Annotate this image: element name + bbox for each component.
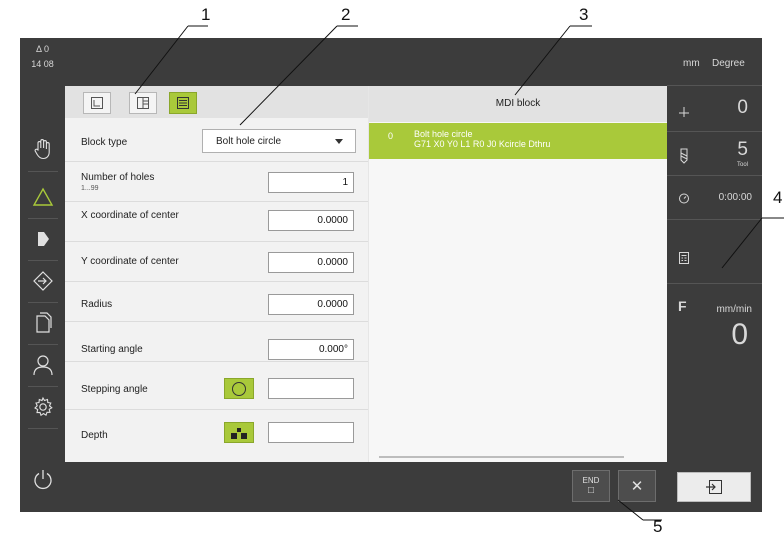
user-icon [32, 355, 53, 376]
block-code: G71 X0 Y0 L1 R0 J0 Kcircle Dthru [414, 139, 551, 149]
manual-operation-button[interactable] [20, 128, 65, 170]
y-center-label: Y coordinate of center [81, 256, 179, 267]
feed-unit: mm/min [716, 304, 752, 315]
number-of-holes-field[interactable]: 1 [268, 172, 354, 193]
clock: 14 08 [31, 59, 54, 69]
view-split-button[interactable] [129, 92, 157, 114]
row-starting-angle: Starting angle 0.000° [65, 322, 368, 362]
setup-button[interactable] [20, 260, 65, 302]
number-of-holes-range: 1...99 [81, 185, 99, 192]
feed-row: F mm/min 0 [667, 284, 762, 380]
starting-angle-field[interactable]: 0.000° [268, 339, 354, 360]
starting-angle-label: Starting angle [81, 344, 143, 355]
row-radius: Radius 0.0000 [65, 282, 368, 322]
mdi-button[interactable] [20, 176, 65, 218]
timer-row: 0:00:00 [667, 176, 762, 220]
radius-label: Radius [81, 299, 113, 310]
power-button[interactable] [20, 458, 65, 500]
tool-label: Tool [736, 162, 748, 168]
bottom-bar: END □ ✕ [65, 462, 667, 512]
stepping-angle-field[interactable] [268, 378, 354, 399]
user-login-button[interactable] [20, 344, 65, 386]
depth-label: Depth [81, 430, 108, 441]
settings-button[interactable] [20, 386, 65, 428]
hand-icon [34, 139, 50, 160]
mdi-block-entry[interactable]: 0 Bolt hole circle G71 X0 Y0 L1 R0 J0 Kc… [369, 123, 667, 159]
row-y-center: Y coordinate of center 0.0000 [65, 242, 368, 282]
end-icon: □ [587, 485, 595, 496]
row-stepping-angle: Stepping angle [65, 370, 368, 410]
callout-2: 2 [341, 5, 351, 24]
through-hole-toggle[interactable] [224, 422, 254, 443]
number-of-holes-label: Number of holes [81, 172, 155, 183]
full-circle-toggle[interactable] [224, 378, 254, 399]
row-depth: Depth [65, 410, 368, 450]
radius-field[interactable]: 0.0000 [268, 294, 354, 315]
callout-4: 4 [773, 188, 783, 207]
units-row[interactable]: mm Degree [667, 38, 762, 86]
setup-icon [32, 271, 53, 291]
block-number: 0 [388, 131, 394, 141]
through-hole-icon [231, 427, 247, 439]
file-management-button[interactable] [20, 302, 65, 344]
block-type-label: Block type [81, 137, 128, 148]
close-icon: ✕ [630, 478, 644, 495]
block-type-value: Bolt hole circle [216, 136, 282, 147]
reference-row: 0 [667, 86, 762, 132]
feed-value: 0 [731, 318, 748, 351]
block-title: Bolt hole circle [414, 129, 473, 139]
insert-icon [706, 480, 722, 494]
insert-block-button[interactable] [677, 472, 751, 502]
chevron-down-icon [335, 139, 343, 144]
horizontal-scrollbar[interactable] [379, 456, 624, 458]
row-x-center: X coordinate of center 0.0000 [65, 202, 368, 242]
position-indicator: Δ 0 [35, 44, 50, 54]
timer-value: 0:00:00 [718, 192, 752, 203]
main-menu: Δ 0 14 08 [20, 38, 65, 512]
stopwatch-icon [679, 193, 689, 204]
row-number-of-holes: Number of holes 1...99 1 [65, 162, 368, 202]
circle-icon [232, 381, 246, 396]
row-block-type: Block type Bolt hole circle [65, 122, 368, 162]
close-button[interactable]: ✕ [618, 470, 656, 502]
callout-5: 5 [653, 517, 663, 536]
stepping-angle-label: Stepping angle [81, 384, 148, 395]
axes-view-icon [91, 97, 103, 109]
tool-number: 5 [737, 139, 748, 160]
triangle-icon [32, 187, 53, 206]
view-form-button[interactable] [169, 92, 197, 114]
mdi-block-header: MDI block [369, 86, 667, 122]
tool-icon [680, 148, 688, 164]
unit-angle: Degree [712, 58, 745, 69]
mdi-block-panel: MDI block 0 Bolt hole circle G71 X0 Y0 L… [369, 86, 667, 462]
block-type-dropdown[interactable]: Bolt hole circle [202, 129, 356, 153]
reference-icon [679, 107, 689, 117]
block-form-panel: Block type Bolt hole circle Number of ho… [65, 86, 368, 462]
view-toolbar [65, 86, 368, 118]
tool-row: 5 Tool [667, 132, 762, 176]
view-graphic-button[interactable] [83, 92, 111, 114]
files-icon [35, 312, 52, 333]
program-run-icon [37, 232, 49, 246]
unit-length: mm [683, 58, 700, 69]
top-bar [65, 38, 667, 86]
gear-icon [33, 396, 53, 417]
callout-1: 1 [201, 5, 211, 24]
split-view-icon [137, 97, 149, 109]
calculator-icon [679, 252, 689, 264]
form-view-icon [177, 97, 189, 109]
depth-field[interactable] [268, 422, 354, 443]
program-run-button[interactable] [20, 218, 65, 260]
y-center-field[interactable]: 0.0000 [268, 252, 354, 273]
x-center-label: X coordinate of center [81, 210, 179, 221]
calculator-row [667, 220, 762, 284]
callout-3: 3 [579, 5, 589, 24]
reference-value: 0 [737, 97, 748, 118]
end-button[interactable]: END □ [572, 470, 610, 502]
feed-letter: F [678, 298, 687, 314]
power-icon [33, 470, 52, 490]
status-panel: mm Degree 0 5 Tool 0:00:00 F mm/min 0 [667, 38, 762, 512]
x-center-field[interactable]: 0.0000 [268, 210, 354, 231]
